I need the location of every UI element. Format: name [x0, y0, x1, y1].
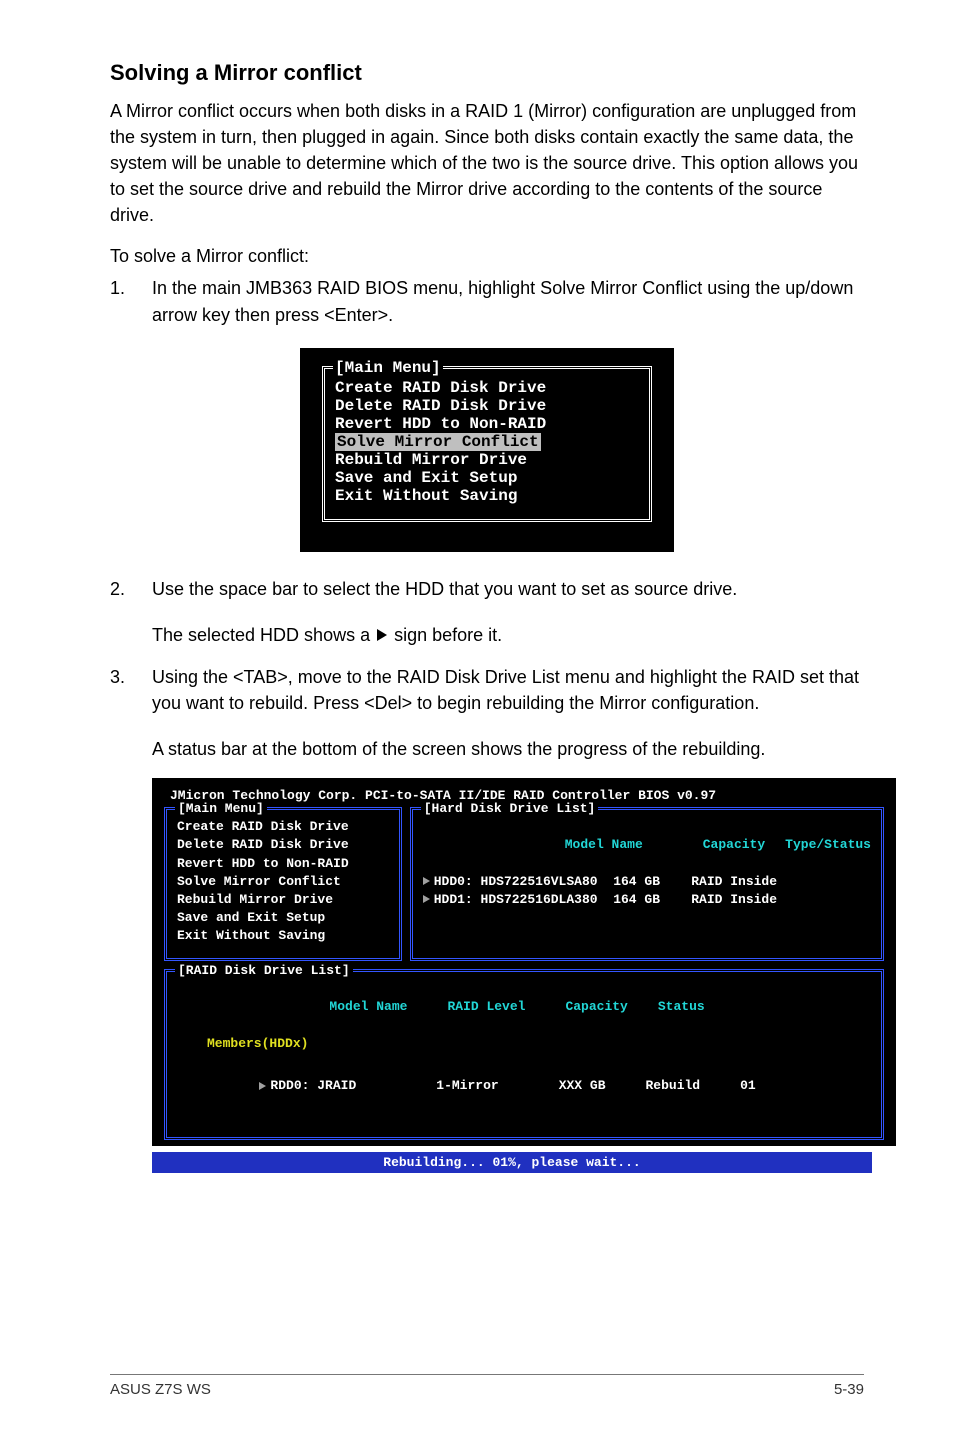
- triangle-icon: [377, 629, 387, 641]
- hdd-col-model: Model Name: [565, 837, 643, 852]
- bios-full-screenshot: JMicron Technology Corp. PCI-to-SATA II/…: [152, 778, 896, 1146]
- raid-row-capacity: XXX GB: [559, 1078, 606, 1093]
- step-3-number: 3.: [110, 664, 152, 716]
- raid-col-level: RAID Level: [447, 999, 525, 1014]
- step-3-text: Using the <TAB>, move to the RAID Disk D…: [152, 664, 864, 716]
- bios-main-menu-panel-title: [Main Menu]: [175, 801, 267, 816]
- bios-menu-item: Solve Mirror Conflict: [177, 873, 389, 891]
- footer-product: ASUS Z7S WS: [110, 1381, 211, 1398]
- bios-menu-item: Exit Without Saving: [335, 487, 639, 505]
- bios-menu-item: Delete RAID Disk Drive: [177, 836, 389, 854]
- footer-page-number: 5-39: [834, 1381, 864, 1398]
- raid-col-model: Model Name: [329, 999, 407, 1014]
- step-1-text: In the main JMB363 RAID BIOS menu, highl…: [152, 275, 864, 327]
- bios-menu-item: Save and Exit Setup: [335, 469, 639, 487]
- hdd-col-capacity: Capacity: [703, 837, 765, 852]
- bios-hdd-list-panel: [Hard Disk Drive List] Model NameCapacit…: [410, 807, 884, 961]
- raid-row-slot: RDD0:: [270, 1078, 309, 1093]
- raid-members-label: Members(HDDx): [207, 1036, 308, 1051]
- raid-row-status: Rebuild: [646, 1078, 701, 1093]
- bios-menu-item: Solve Mirror Conflict: [335, 433, 639, 451]
- intro-paragraph: A Mirror conflict occurs when both disks…: [110, 98, 864, 228]
- bios-menu-item: Revert HDD to Non-RAID: [335, 415, 639, 433]
- hdd-col-type: Type/Status: [785, 837, 871, 852]
- bios-menu-item: Create RAID Disk Drive: [335, 379, 639, 397]
- raid-row-name: JRAID: [317, 1078, 356, 1093]
- step-1-number: 1.: [110, 275, 152, 327]
- hdd-row: HDD0: HDS722516VLSA80 164 GB RAID Inside: [423, 873, 871, 891]
- section-heading: Solving a Mirror conflict: [110, 60, 864, 86]
- procedure-lead: To solve a Mirror conflict:: [110, 246, 864, 267]
- step-2-note: The selected HDD shows a sign before it.: [152, 622, 864, 648]
- raid-row-members: 01: [740, 1078, 756, 1093]
- bios-menu-item: Rebuild Mirror Drive: [177, 891, 389, 909]
- step-3-note: A status bar at the bottom of the screen…: [152, 736, 864, 762]
- bios-menu-item: Create RAID Disk Drive: [177, 818, 389, 836]
- bios-main-menu-screenshot: [Main Menu] Create RAID Disk DriveDelete…: [300, 348, 674, 552]
- hdd-row: HDD1: HDS722516DLA380 164 GB RAID Inside: [423, 891, 871, 909]
- bios-menu-item: Save and Exit Setup: [177, 909, 389, 927]
- bios-status-bar: Rebuilding... 01%, please wait...: [152, 1152, 872, 1173]
- bios-menu-item: Delete RAID Disk Drive: [335, 397, 639, 415]
- bios-raid-panel-title: [RAID Disk Drive List]: [175, 963, 353, 978]
- raid-col-capacity: Capacity: [565, 999, 627, 1014]
- raid-row-level: 1-Mirror: [436, 1078, 498, 1093]
- bios-menu-item: Exit Without Saving: [177, 927, 389, 945]
- bios-menu-item: Rebuild Mirror Drive: [335, 451, 639, 469]
- triangle-icon: [259, 1082, 266, 1090]
- step-2-text: Use the space bar to select the HDD that…: [152, 576, 864, 602]
- raid-col-status: Status: [658, 999, 705, 1014]
- bios-hdd-panel-title: [Hard Disk Drive List]: [421, 801, 599, 816]
- step-2-number: 2.: [110, 576, 152, 602]
- bios-main-menu-panel: [Main Menu] Create RAID Disk DriveDelete…: [164, 807, 402, 961]
- bios-menu-item: Revert HDD to Non-RAID: [177, 855, 389, 873]
- bios-menu-title: [Main Menu]: [333, 359, 443, 377]
- bios-raid-list-panel: [RAID Disk Drive List] Model NameRAID Le…: [164, 969, 884, 1140]
